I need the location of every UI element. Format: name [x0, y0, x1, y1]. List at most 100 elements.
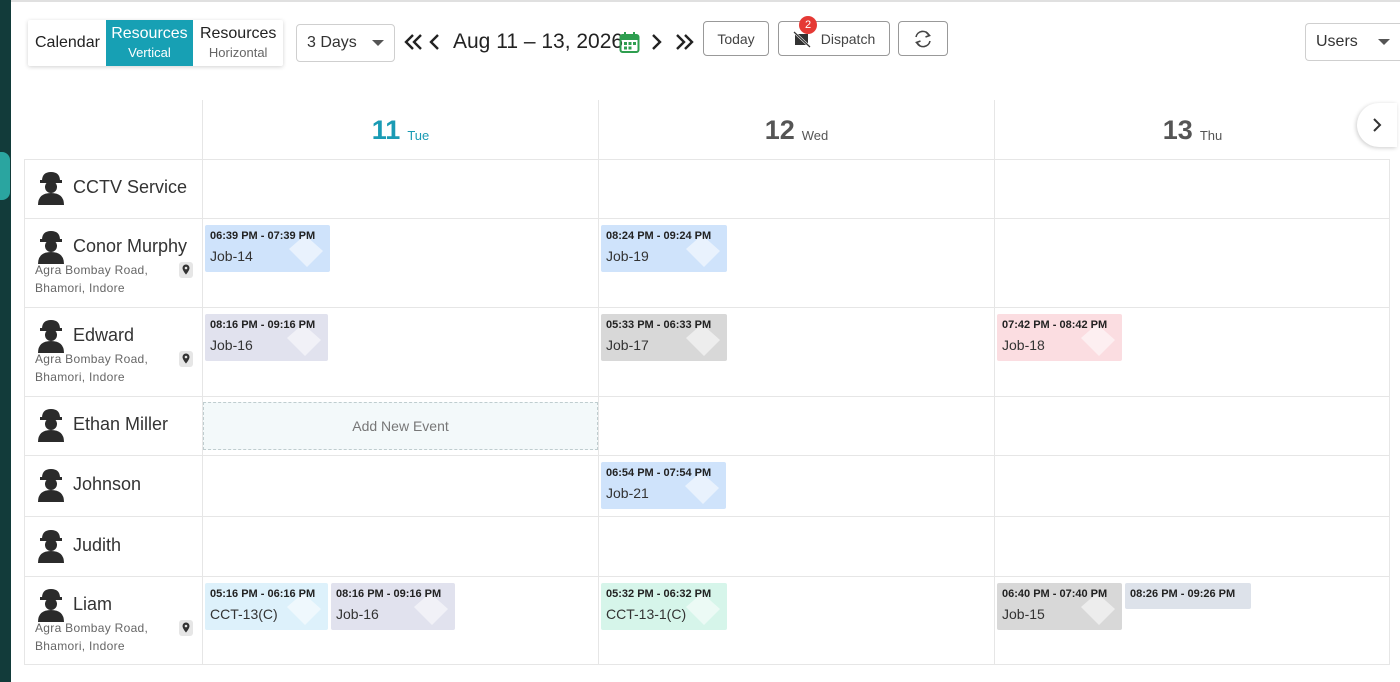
day-name: Wed	[801, 127, 829, 143]
calendar-icon[interactable]	[619, 31, 640, 59]
event-title: CCT-13(C)	[210, 606, 278, 622]
users-select[interactable]: Users	[1305, 23, 1400, 61]
dispatch-count-badge: 2	[799, 16, 817, 34]
users-select-value: Users	[1316, 33, 1358, 50]
event-title: Job-15	[1002, 606, 1045, 622]
view-resources-vertical-button[interactable]: Resources Vertical	[105, 20, 193, 66]
location-pin-icon[interactable]	[179, 262, 193, 283]
add-new-event-slot[interactable]: Add New Event	[203, 402, 598, 450]
day-slot[interactable]	[202, 160, 598, 218]
day-slot[interactable]: 05:16 PM - 06:16 PM CCT-13(C) 08:16 PM -…	[202, 577, 598, 664]
day-slot[interactable]: 05:32 PM - 06:32 PM CCT-13-1(C)	[598, 577, 994, 664]
resource-row: Judith	[24, 516, 1390, 576]
resource-cell: CCTV Service	[24, 160, 202, 218]
day-name: Tue	[407, 127, 430, 143]
event-card[interactable]: 08:24 PM - 09:24 PM Job-19	[601, 225, 727, 272]
view-calendar-button[interactable]: Calendar	[28, 20, 106, 66]
range-select-value: 3 Days	[307, 34, 357, 51]
event-time: 05:33 PM - 06:33 PM	[606, 319, 712, 331]
day-slot[interactable]	[202, 517, 598, 576]
event-card[interactable]: 06:39 PM - 07:39 PM Job-14	[205, 225, 330, 272]
day-slot[interactable]	[994, 517, 1390, 576]
event-card[interactable]: 05:33 PM - 06:33 PM Job-17	[601, 314, 727, 361]
location-pin-icon[interactable]	[179, 620, 193, 641]
technician-avatar-icon	[38, 469, 64, 502]
refresh-icon	[915, 30, 931, 47]
dispatch-button-label: Dispatch	[820, 30, 876, 47]
resource-cell: Liam Agra Bombay Road, Bhamori, Indore	[24, 577, 202, 664]
day-slot[interactable]	[202, 456, 598, 516]
day-slot[interactable]: 08:16 PM - 09:16 PM Job-16	[202, 308, 598, 396]
event-title: Job-21	[606, 485, 649, 501]
event-card[interactable]: 08:26 PM - 09:26 PM	[1125, 583, 1251, 609]
day-slot[interactable]: 06:40 PM - 07:40 PM Job-15 08:26 PM - 09…	[994, 577, 1390, 664]
resource-name: CCTV Service	[73, 176, 188, 197]
range-select[interactable]: 3 Days	[296, 24, 395, 62]
left-sidebar	[0, 0, 11, 682]
chevron-left-icon	[429, 34, 439, 50]
resource-row: Johnson 06:54 PM - 07:54 PM Job-21	[24, 455, 1390, 516]
day-slot[interactable]	[994, 219, 1390, 307]
event-title: CCT-13-1(C)	[606, 606, 687, 622]
chevron-down-icon	[372, 40, 384, 46]
resource-cell: Johnson	[24, 456, 202, 516]
view-resources-vertical-sublabel: Vertical	[128, 45, 171, 60]
event-card[interactable]: 08:16 PM - 09:16 PM Job-16	[331, 583, 455, 630]
day-header: 11 Tue	[202, 100, 598, 160]
event-card[interactable]: 07:42 PM - 08:42 PM Job-18	[997, 314, 1122, 361]
resource-cell: Conor Murphy Agra Bombay Road, Bhamori, …	[24, 219, 202, 307]
event-time: 07:42 PM - 08:42 PM	[1002, 319, 1108, 331]
chevron-right-icon	[1373, 118, 1382, 132]
event-title: Job-17	[606, 337, 649, 353]
day-number: 11	[371, 114, 401, 145]
day-slot[interactable]: 07:42 PM - 08:42 PM Job-18	[994, 308, 1390, 396]
view-switcher: Calendar Resources Vertical Resources Ho…	[28, 20, 284, 66]
day-slot[interactable]	[598, 160, 994, 218]
day-slot[interactable]	[598, 517, 994, 576]
day-header: 13 Thu	[994, 100, 1390, 160]
day-slot[interactable]	[598, 397, 994, 455]
resource-name: Edward	[73, 324, 135, 345]
day-slot[interactable]	[994, 456, 1390, 516]
sidebar-toggle-handle[interactable]	[0, 152, 10, 200]
prev-range-fast-button[interactable]	[403, 30, 425, 54]
today-button-label: Today	[717, 30, 755, 47]
event-title: Job-19	[606, 248, 649, 264]
technician-avatar-icon	[38, 409, 64, 442]
resource-address-line1: Agra Bombay Road,	[35, 621, 149, 635]
double-chevron-left-icon	[404, 34, 422, 50]
technician-avatar-icon	[38, 589, 64, 622]
day-slot[interactable]: 06:54 PM - 07:54 PM Job-21	[598, 456, 994, 516]
event-card[interactable]: 05:32 PM - 06:32 PM CCT-13-1(C)	[601, 583, 727, 630]
day-slot[interactable]	[994, 160, 1390, 218]
view-resources-horizontal-label: Resources	[199, 25, 277, 42]
resource-address-line1: Agra Bombay Road,	[35, 263, 149, 277]
day-slot[interactable]: 06:39 PM - 07:39 PM Job-14	[202, 219, 598, 307]
next-range-fast-button[interactable]	[673, 30, 695, 54]
dispatch-button[interactable]: Dispatch	[778, 21, 890, 56]
location-pin-icon[interactable]	[179, 351, 193, 372]
event-card[interactable]: 08:16 PM - 09:16 PM Job-16	[205, 314, 328, 361]
next-range-button[interactable]	[648, 30, 670, 54]
event-time: 06:40 PM - 07:40 PM	[1002, 588, 1108, 600]
day-slot[interactable]: 05:33 PM - 06:33 PM Job-17	[598, 308, 994, 396]
view-resources-horizontal-sublabel: Horizontal	[208, 45, 268, 60]
day-slot[interactable]	[994, 397, 1390, 455]
double-chevron-right-icon	[676, 34, 694, 50]
today-button[interactable]: Today	[703, 21, 769, 56]
refresh-button[interactable]	[898, 21, 948, 56]
technician-avatar-icon	[38, 320, 64, 353]
event-card[interactable]: 05:16 PM - 06:16 PM CCT-13(C)	[205, 583, 328, 630]
view-resources-horizontal-button[interactable]: Resources Horizontal	[193, 20, 283, 66]
event-card[interactable]: 06:40 PM - 07:40 PM Job-15	[997, 583, 1122, 630]
resource-row: Edward Agra Bombay Road, Bhamori, Indore…	[24, 307, 1390, 396]
prev-range-button[interactable]	[427, 30, 449, 54]
event-card[interactable]: 06:54 PM - 07:54 PM Job-21	[601, 462, 726, 509]
scroll-right-button[interactable]	[1357, 103, 1397, 147]
resource-name: Johnson	[73, 473, 142, 494]
day-slot[interactable]: 08:24 PM - 09:24 PM Job-19	[598, 219, 994, 307]
technician-avatar-icon	[38, 530, 64, 563]
technician-avatar-icon	[38, 231, 64, 264]
resource-address-line2: Bhamori, Indore	[35, 281, 125, 295]
view-calendar-label: Calendar	[35, 34, 100, 51]
